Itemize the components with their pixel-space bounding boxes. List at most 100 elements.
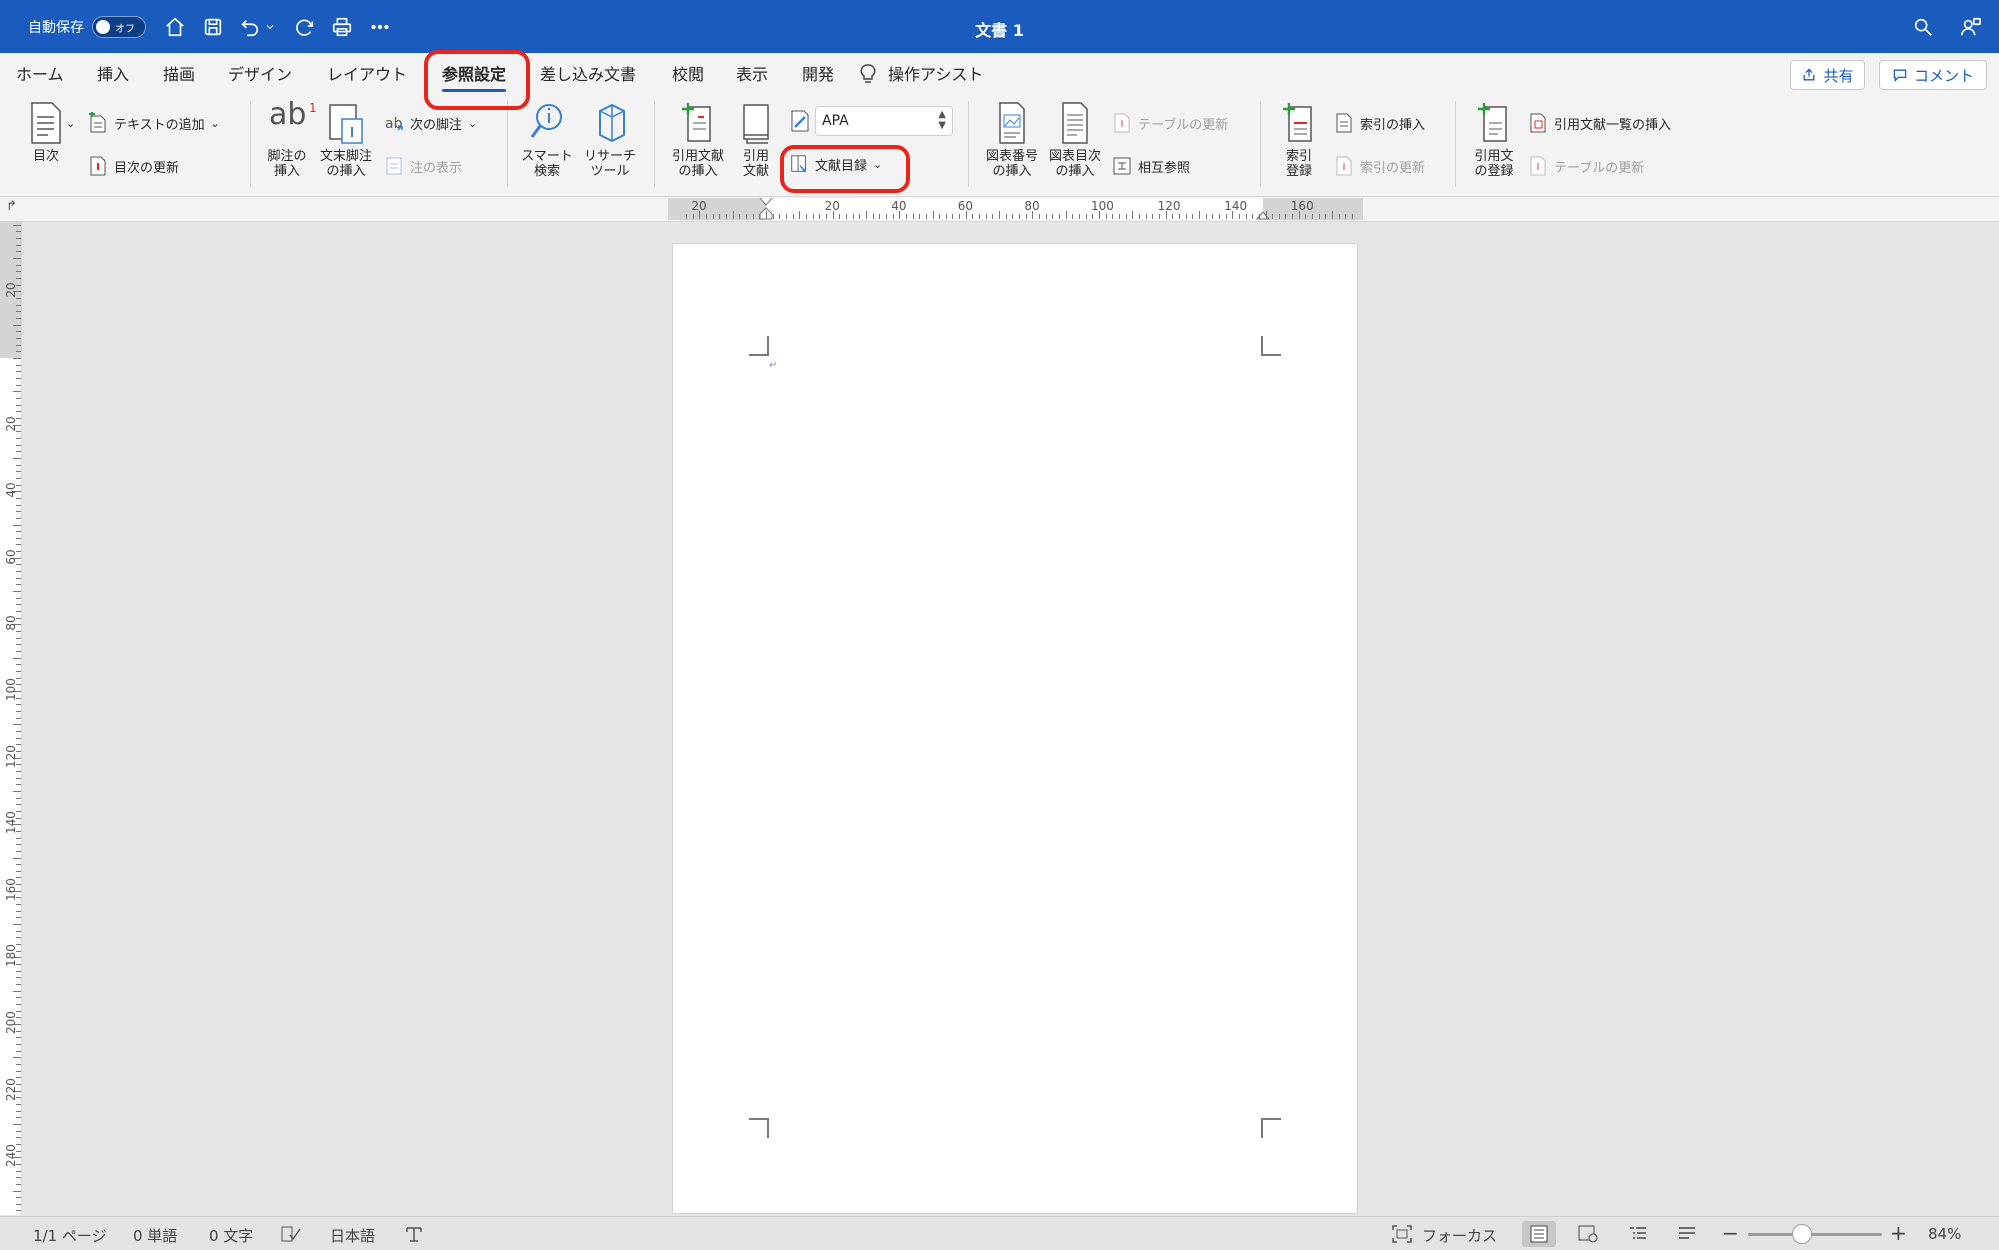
word-count[interactable]: 0 単語: [133, 1225, 177, 1246]
toc-icon: [31, 102, 61, 144]
paragraph-mark-icon: ↵: [769, 360, 778, 371]
ruler-tick: [1112, 214, 1114, 219]
ruler-tick: [712, 214, 714, 219]
insert-citation-button[interactable]: 引用文献 の挿入: [668, 101, 728, 179]
smart-lookup-icon: [530, 104, 562, 138]
share-button[interactable]: 共有: [1790, 60, 1865, 90]
footnote-icon: ab 1: [269, 100, 317, 145]
tab-insert[interactable]: 挿入: [97, 61, 129, 85]
next-footnote-button[interactable]: ab 次の脚注 ⌄: [384, 112, 477, 134]
citation-style-select[interactable]: APA ▲ ▼: [815, 106, 953, 136]
smart-lookup-button[interactable]: スマート 検索: [518, 101, 576, 179]
bibliography-button[interactable]: 文献目録 ⌄: [789, 153, 882, 175]
ruler-tick: [16, 1203, 21, 1205]
ruler-tick: [16, 904, 21, 906]
toc-dropdown-icon[interactable]: ⌄: [66, 117, 75, 130]
zoom-slider-knob[interactable]: [1792, 1224, 1812, 1244]
draft-view-button[interactable]: [1670, 1221, 1704, 1247]
ruler-tick: [1178, 214, 1180, 219]
update-table-button[interactable]: テーブルの更新: [1112, 112, 1228, 134]
ruler-tick: [16, 511, 21, 513]
researcher-button[interactable]: リサーチ ツール: [580, 101, 640, 179]
update-index-button[interactable]: 索引の更新: [1334, 155, 1425, 177]
ruler-tick: [16, 604, 21, 606]
insert-table-of-figures-button[interactable]: 図表目次 の挿入: [1045, 101, 1105, 179]
show-notes-button[interactable]: 注の表示: [384, 155, 462, 177]
focus-mode[interactable]: フォーカス: [1422, 1225, 1497, 1246]
tab-mailings[interactable]: 差し込み文書: [540, 61, 636, 85]
insert-table-of-authorities-button[interactable]: 引用文献一覧の挿入: [1528, 112, 1671, 134]
page-count[interactable]: 1/1 ページ: [33, 1225, 107, 1246]
toc-button[interactable]: 目次: [20, 101, 72, 164]
citations-button[interactable]: 引用 文献: [733, 101, 779, 179]
accessibility-icon[interactable]: [404, 1224, 424, 1244]
tab-stop-icon[interactable]: ↱: [6, 199, 17, 214]
ruler-label: 40: [891, 199, 907, 213]
stepper-icon[interactable]: ▲ ▼: [938, 109, 946, 131]
ruler-label: 60: [957, 199, 974, 213]
update-toc-button[interactable]: 目次の更新: [88, 155, 179, 177]
ruler-tick: [13, 324, 21, 326]
zoom-in-button[interactable]: +: [1890, 1221, 1907, 1245]
cross-reference-label: 相互参照: [1138, 160, 1191, 176]
add-text-button[interactable]: テキストの追加 ⌄: [88, 112, 220, 134]
zoom-out-button[interactable]: −: [1722, 1221, 1739, 1245]
web-layout-view-button[interactable]: [1571, 1221, 1605, 1247]
insert-caption-button[interactable]: 図表番号 の挿入: [982, 101, 1042, 179]
tell-me-search[interactable]: 操作アシスト: [888, 61, 983, 85]
comment-button[interactable]: コメント: [1879, 60, 1987, 90]
ruler-tick: [16, 637, 21, 639]
tab-draw[interactable]: 描画: [163, 61, 195, 85]
vertical-ruler[interactable]: 20 20 40 60 80 100 120 140 160 180 200 220 240: [0, 222, 22, 1215]
tab-layout[interactable]: レイアウト: [327, 61, 407, 85]
char-count[interactable]: 0 文字: [209, 1225, 253, 1246]
cross-reference-button[interactable]: 相互参照: [1112, 155, 1190, 177]
document-title: 文書 1: [975, 21, 1024, 40]
ruler-tick: [16, 704, 21, 706]
ruler-tick: [16, 1177, 21, 1179]
ruler-tick: [13, 1123, 21, 1125]
tab-review[interactable]: 校閲: [672, 61, 704, 85]
ruler-tick: [16, 850, 21, 852]
ruler-tick: [16, 1103, 21, 1105]
account-icon[interactable]: [1958, 14, 1984, 40]
mark-citation-button[interactable]: 引用文 の登録: [1467, 101, 1521, 179]
insert-footnote-button[interactable]: ab 1 脚注の 挿入: [262, 100, 317, 180]
tab-design[interactable]: デザイン: [228, 61, 292, 85]
language[interactable]: 日本語: [330, 1225, 375, 1246]
tab-references[interactable]: 参照設定: [442, 61, 507, 92]
print-layout-icon: [1530, 1225, 1548, 1243]
tab-home[interactable]: ホーム: [16, 61, 64, 85]
tab-developer[interactable]: 開発: [802, 61, 834, 85]
ruler-tick: [13, 1057, 21, 1059]
zoom-slider-track[interactable]: [1748, 1233, 1882, 1236]
ruler-tick: [16, 970, 21, 972]
ruler-label: 80: [4, 615, 18, 632]
ruler-tick: [1025, 214, 1027, 219]
search-icon[interactable]: [1910, 14, 1936, 40]
focus-icon[interactable]: [1392, 1225, 1412, 1243]
cross-reference-icon: [1113, 157, 1131, 175]
proofing-icon[interactable]: [280, 1225, 302, 1243]
ruler-tick: [785, 214, 787, 219]
zoom-level[interactable]: 84%: [1928, 1225, 1961, 1243]
mark-entry-button[interactable]: 索引 登録: [1276, 101, 1322, 179]
horizontal-ruler[interactable]: 20 20 40 60 80 100 120 140 160: [668, 198, 1363, 220]
ruler-tick: [759, 214, 761, 219]
ruler-tick: [13, 790, 21, 792]
outline-view-button[interactable]: [1621, 1221, 1655, 1247]
insert-index-icon: [1336, 113, 1352, 133]
ruler-tick: [16, 770, 21, 772]
ruler-tick: [16, 910, 21, 912]
print-layout-view-button[interactable]: [1522, 1221, 1556, 1247]
document-page[interactable]: ↵: [672, 243, 1358, 1214]
insert-endnote-button[interactable]: 文末脚注 の挿入: [318, 101, 374, 179]
insert-index-button[interactable]: 索引の挿入: [1334, 112, 1425, 134]
insert-footnote-label: 脚注の 挿入: [267, 149, 307, 179]
tab-view[interactable]: 表示: [736, 61, 768, 85]
ruler-tick: [16, 1050, 21, 1052]
update-table-of-authorities-button[interactable]: テーブルの更新: [1528, 155, 1644, 177]
ruler-tick: [1118, 214, 1120, 219]
ruler-tick: [13, 724, 21, 726]
ruler-tick: [16, 271, 21, 273]
